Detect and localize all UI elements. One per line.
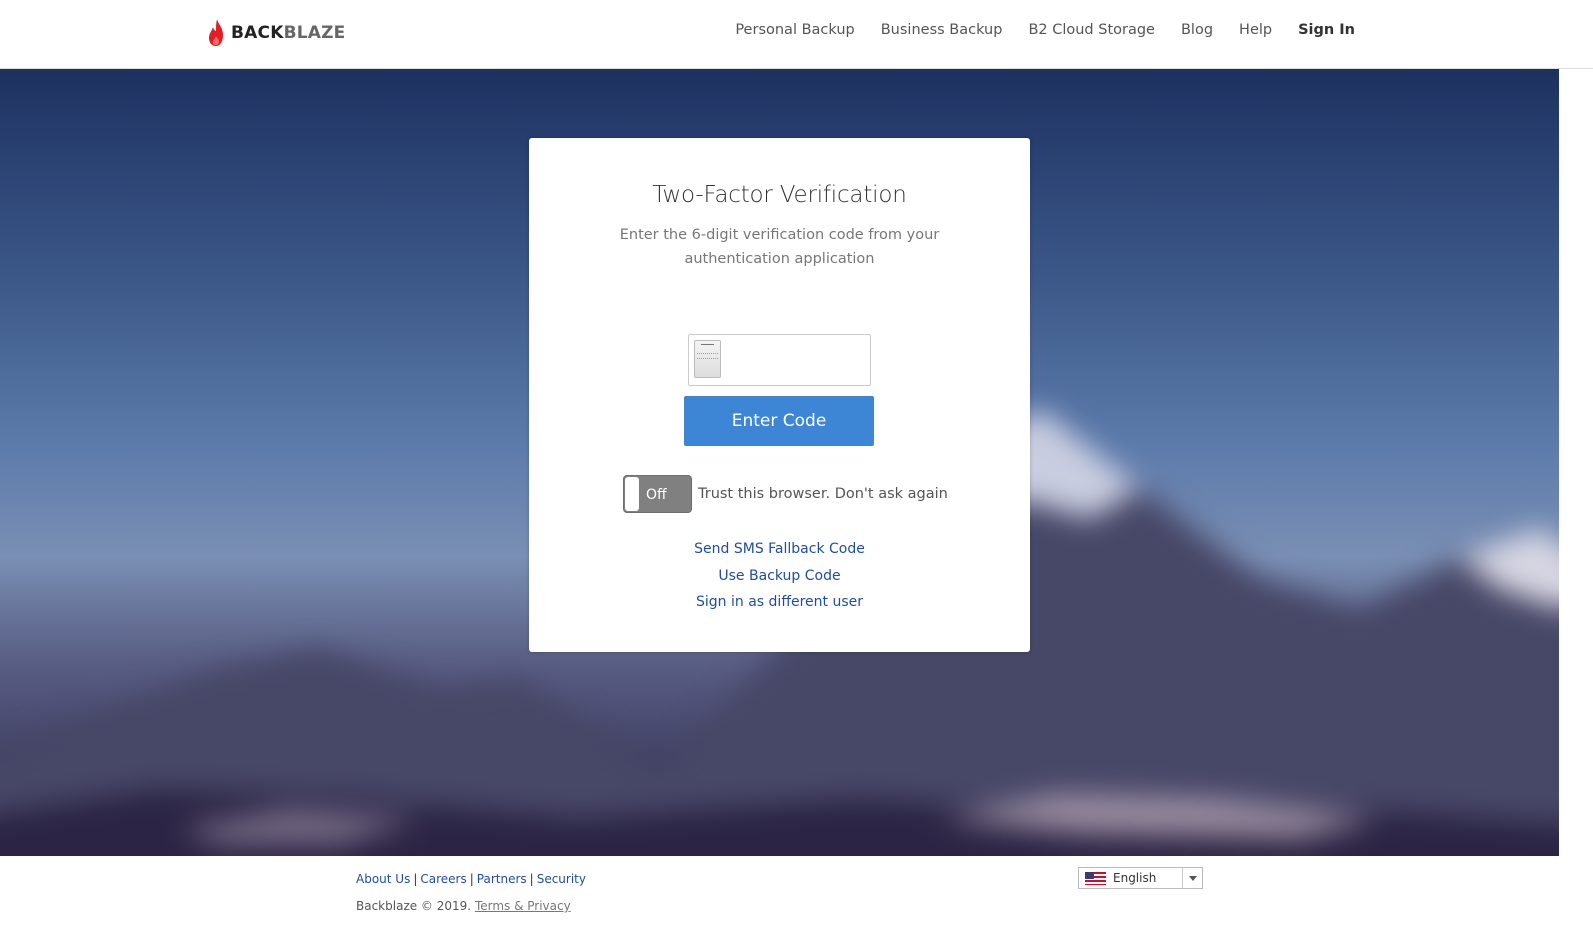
brand-name: BACKBLAZE (231, 23, 346, 43)
trust-browser-row: Off Trust this browser. Don't ask again (623, 475, 948, 513)
nav-personal-backup[interactable]: Personal Backup (735, 22, 854, 38)
card-subtitle: Enter the 6-digit verification code from… (619, 227, 940, 267)
toggle-knob (625, 477, 639, 511)
verification-code-input[interactable] (725, 335, 865, 385)
footer-careers[interactable]: Careers (420, 872, 466, 886)
terms-privacy-link[interactable]: Terms & Privacy (475, 899, 571, 913)
trust-browser-toggle[interactable]: Off (623, 475, 692, 513)
language-selected: English (1113, 871, 1157, 885)
alternate-options: Send SMS Fallback Code Use Backup Code S… (529, 536, 1030, 616)
sign-in-different-user-link[interactable]: Sign in as different user (529, 589, 1030, 616)
chevron-down-icon[interactable] (1182, 868, 1202, 888)
main-nav: Personal Backup Business Backup B2 Cloud… (735, 22, 1355, 38)
trust-browser-label: Trust this browser. Don't ask again (698, 486, 948, 502)
send-sms-fallback-link[interactable]: Send SMS Fallback Code (529, 536, 1030, 563)
backblaze-logo[interactable]: BACKBLAZE (207, 17, 345, 49)
us-flag-icon (1085, 871, 1106, 885)
flame-icon (209, 19, 223, 46)
nav-sign-in[interactable]: Sign In (1298, 22, 1355, 38)
footer-partners[interactable]: Partners (477, 872, 527, 886)
site-header: BACKBLAZE Personal Backup Business Backu… (0, 0, 1593, 69)
footer-about-us[interactable]: About Us (356, 872, 410, 886)
card-title: Two-Factor Verification (652, 182, 907, 208)
keypad-icon (694, 340, 721, 378)
toggle-state-label: Off (646, 487, 667, 503)
nav-b2-cloud-storage[interactable]: B2 Cloud Storage (1028, 22, 1155, 38)
footer-links: About Us | Careers | Partners | Security (356, 872, 586, 886)
enter-code-button[interactable]: Enter Code (684, 396, 874, 446)
nav-business-backup[interactable]: Business Backup (881, 22, 1003, 38)
language-select[interactable]: English (1078, 867, 1203, 889)
nav-blog[interactable]: Blog (1181, 22, 1213, 38)
use-backup-code-link[interactable]: Use Backup Code (529, 563, 1030, 590)
two-factor-card: Two-Factor Verification Enter the 6-digi… (529, 138, 1030, 652)
copyright: Backblaze © 2019. Terms & Privacy (356, 899, 571, 913)
copyright-text: Backblaze © 2019. (356, 899, 472, 913)
footer-security[interactable]: Security (537, 872, 586, 886)
verification-code-field[interactable] (688, 334, 871, 386)
nav-help[interactable]: Help (1239, 22, 1272, 38)
